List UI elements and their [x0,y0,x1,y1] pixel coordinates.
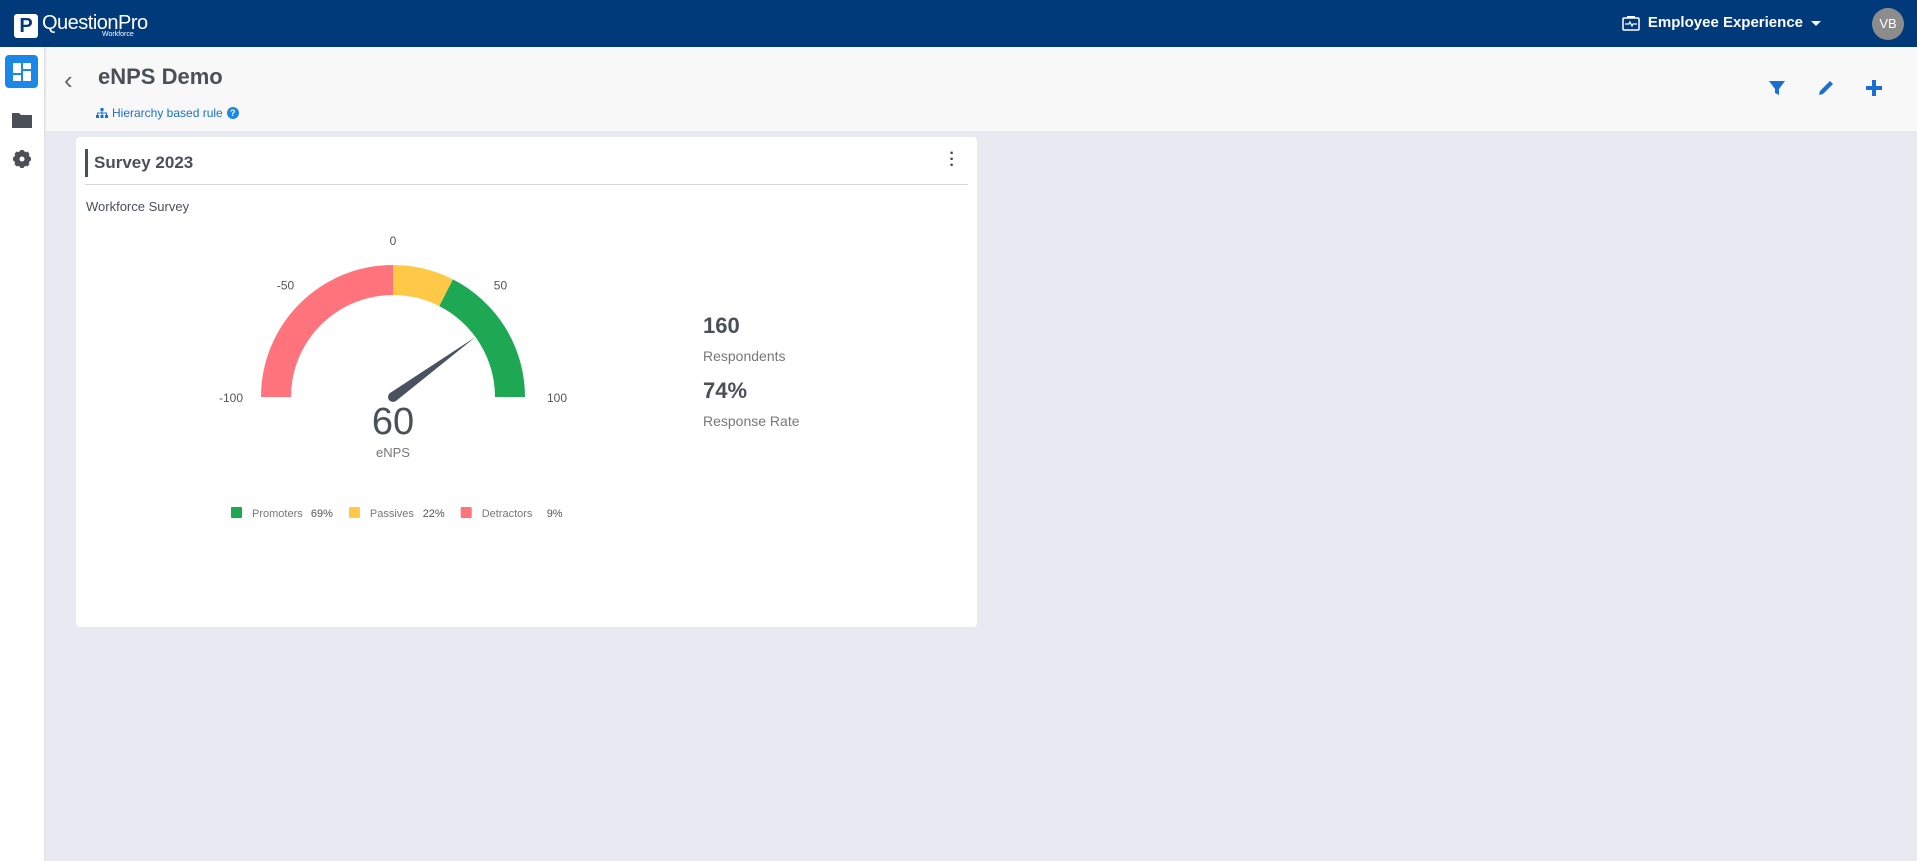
app-name: Employee Experience [1647,14,1803,31]
legend-label: Promoters [252,508,303,520]
help-icon[interactable]: ? [226,107,239,119]
hierarchy-rule-link[interactable]: Hierarchy based rule ? [96,106,239,120]
gauge-tick-label: -100 [219,391,243,405]
questionpro-logo[interactable]: P [14,14,38,38]
hierarchy-icon [96,108,108,118]
legend-value: 9% [547,508,563,520]
stat-value: 74% [703,378,748,403]
page-title: eNPS Demo [98,64,223,89]
gear-icon [12,149,31,168]
pencil-icon[interactable] [1815,77,1837,99]
brand-sub: Workforce [102,31,134,38]
page-header: ‹ eNPS Demo Hierarchy based rule ? [46,47,1917,131]
stat-value: 160 [703,313,740,338]
folder-icon [11,112,32,128]
gauge-tick-label: 50 [494,279,508,293]
legend-value: 22% [423,508,445,520]
legend-swatch [348,507,360,518]
enps-gauge: -100 -50 0 50 100 60 eNPS Promoters 69% Passives 2… [219,234,567,520]
sidebar-item-dashboard[interactable] [5,55,38,88]
gauge-needle [390,337,476,402]
avatar[interactable]: VB [1872,8,1904,40]
stat-label: Respondents [703,348,786,364]
gauge-caption: eNPS [376,445,410,460]
stat-response-rate: 74% Response Rate [703,378,800,429]
gauge-band [439,279,525,397]
app-switcher[interactable]: Employee Experience [1622,14,1803,31]
legend-swatch [460,507,472,518]
plus-icon[interactable] [1863,77,1885,99]
stat-respondents: 160 Respondents [703,313,786,364]
gauge-value: 60 [372,401,414,443]
gauge-tick-label: 100 [547,391,567,405]
hierarchy-rule-label: Hierarchy based rule [112,106,223,120]
top-bar: P QuestionPro Workforce Employee Experie… [0,0,1917,47]
back-button[interactable]: ‹ [64,65,73,96]
legend-swatch [231,507,242,518]
employee-experience-icon [1622,15,1640,31]
sidebar-item-folders[interactable] [5,103,38,136]
dashboard-icon [12,62,31,81]
sidebar-item-settings[interactable] [5,142,38,175]
chevron-down-icon[interactable] [1811,21,1821,26]
legend-label: Detractors [482,508,533,520]
legend-label: Passives [370,508,415,520]
gauge-tick-label: 0 [390,234,397,248]
filter-icon[interactable] [1766,77,1788,99]
stat-label: Response Rate [703,413,800,429]
legend-value: 69% [311,508,333,520]
sidebar [0,47,45,861]
survey-card: Survey 2023 · · · Workforce Survey -100 -50… [76,137,977,627]
gauge-tick-label: -50 [277,279,295,293]
